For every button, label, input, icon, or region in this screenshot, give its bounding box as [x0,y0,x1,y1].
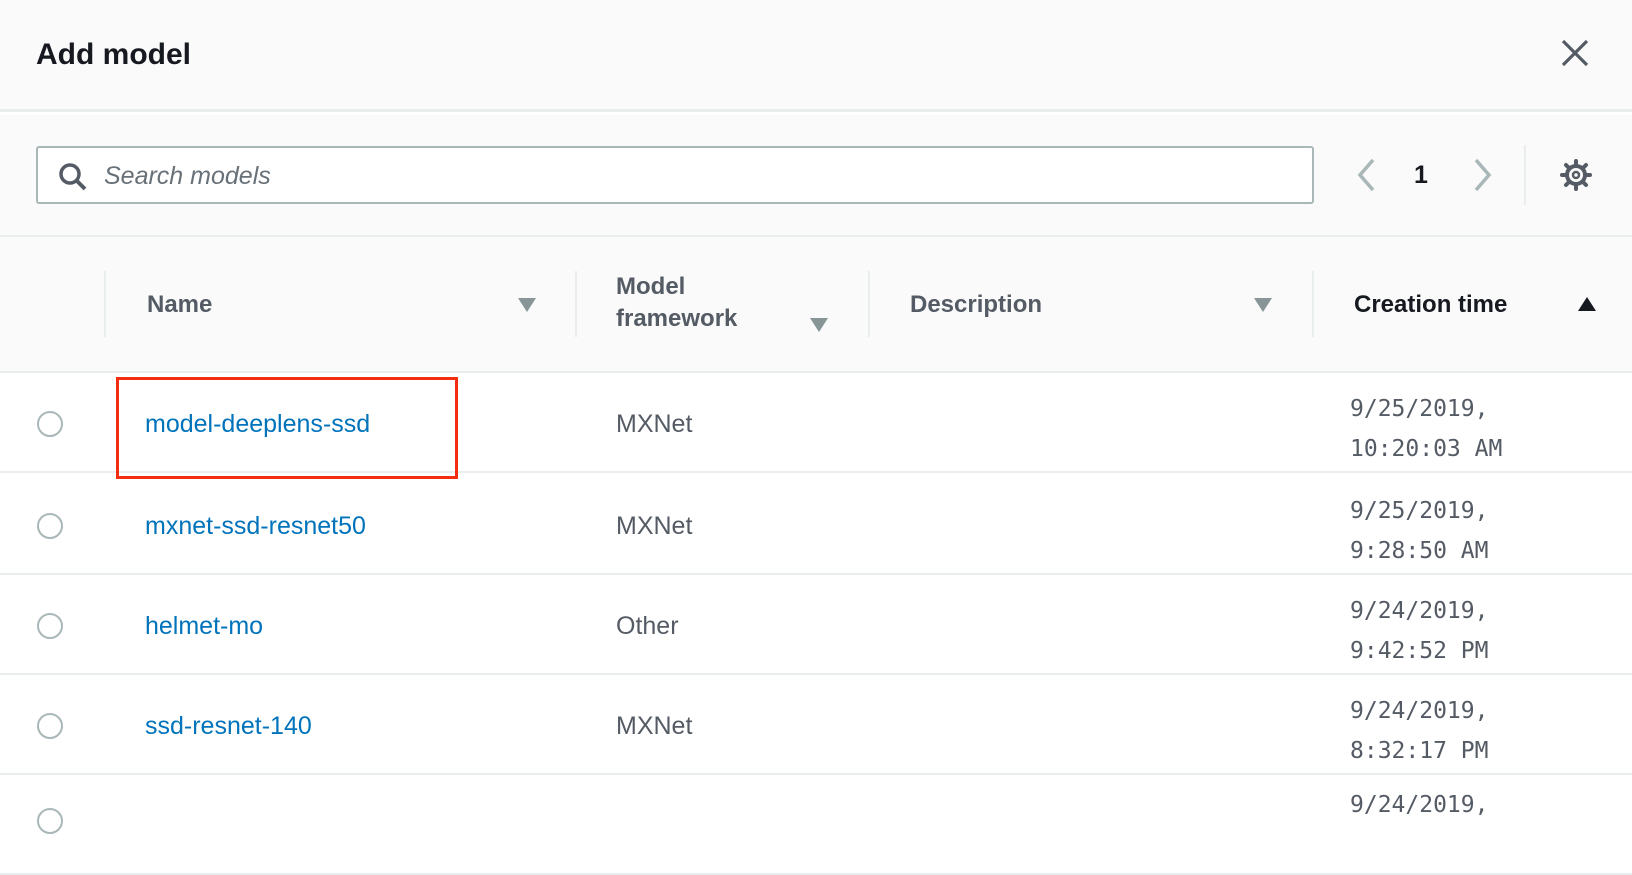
column-divider [1312,271,1314,337]
sort-caret-down-icon[interactable] [518,298,536,312]
divider [1524,145,1526,205]
row-radio[interactable] [37,513,63,539]
search-box[interactable] [36,146,1314,204]
column-divider [104,271,106,337]
creation-date: 9/24/2019, [1350,792,1489,818]
column-header-line: framework [616,305,738,332]
column-header-framework[interactable]: Model framework [616,271,737,335]
model-framework: MXNet [616,512,693,540]
model-name-link[interactable]: helmet-mo [145,612,263,641]
model-framework: MXNet [616,410,693,438]
row-radio[interactable] [37,713,63,739]
row-radio[interactable] [37,411,63,437]
creation-clock: 9:28:50 AM [1350,538,1489,564]
model-name-link[interactable]: ssd-resnet-140 [145,712,312,741]
creation-time: 9/24/2019, 9:42:52 PM [1350,591,1488,671]
sort-caret-down-icon[interactable] [810,318,828,332]
search-input[interactable] [104,158,1284,194]
table-header: Name Model framework Description Creation… [0,237,1632,373]
search-icon [59,163,87,191]
sort-caret-down-icon[interactable] [1254,298,1272,312]
next-page-icon[interactable] [1472,157,1494,193]
column-divider [575,271,577,337]
creation-date: 9/25/2019, [1350,396,1489,422]
model-framework: Other [616,612,679,640]
modal-header: Add model [0,0,1632,112]
row-radio[interactable] [37,613,63,639]
creation-date: 9/24/2019, [1350,698,1489,724]
column-header-creation-time[interactable]: Creation time [1354,289,1507,321]
table-row[interactable]: mxnet-ssd-resnet50 MXNet 9/25/2019, 9:28:… [0,475,1632,575]
toolbar: 1 [0,115,1632,237]
column-header-name[interactable]: Name [147,289,212,321]
column-divider [868,271,870,337]
model-name-link[interactable]: mxnet-ssd-resnet50 [145,512,366,541]
close-icon[interactable] [1560,38,1590,68]
sort-caret-up-icon[interactable] [1578,297,1596,311]
current-page[interactable]: 1 [1414,161,1428,190]
table-row[interactable]: helmet-mo Other 9/24/2019, 9:42:52 PM [0,575,1632,675]
creation-time: 9/25/2019, 10:20:03 AM [1350,389,1502,469]
creation-date: 9/24/2019, [1350,598,1489,624]
column-header-description[interactable]: Description [910,289,1042,321]
highlight-box [116,377,458,479]
row-radio[interactable] [37,808,63,834]
modal-title: Add model [36,38,191,71]
table-row[interactable]: 9/24/2019, [0,775,1632,875]
creation-clock: 8:32:17 PM [1350,738,1489,764]
table-row[interactable]: ssd-resnet-140 MXNet 9/24/2019, 8:32:17 P… [0,675,1632,775]
creation-clock: 10:20:03 AM [1350,436,1503,462]
previous-page-icon[interactable] [1355,157,1377,193]
creation-time: 9/24/2019, [1350,785,1488,825]
column-header-line: Model [616,273,686,300]
model-framework: MXNet [616,712,693,740]
creation-time: 9/25/2019, 9:28:50 AM [1350,491,1488,571]
settings-gear-icon[interactable] [1559,158,1593,192]
creation-time: 9/24/2019, 8:32:17 PM [1350,691,1488,771]
creation-clock: 9:42:52 PM [1350,638,1489,664]
creation-date: 9/25/2019, [1350,498,1489,524]
